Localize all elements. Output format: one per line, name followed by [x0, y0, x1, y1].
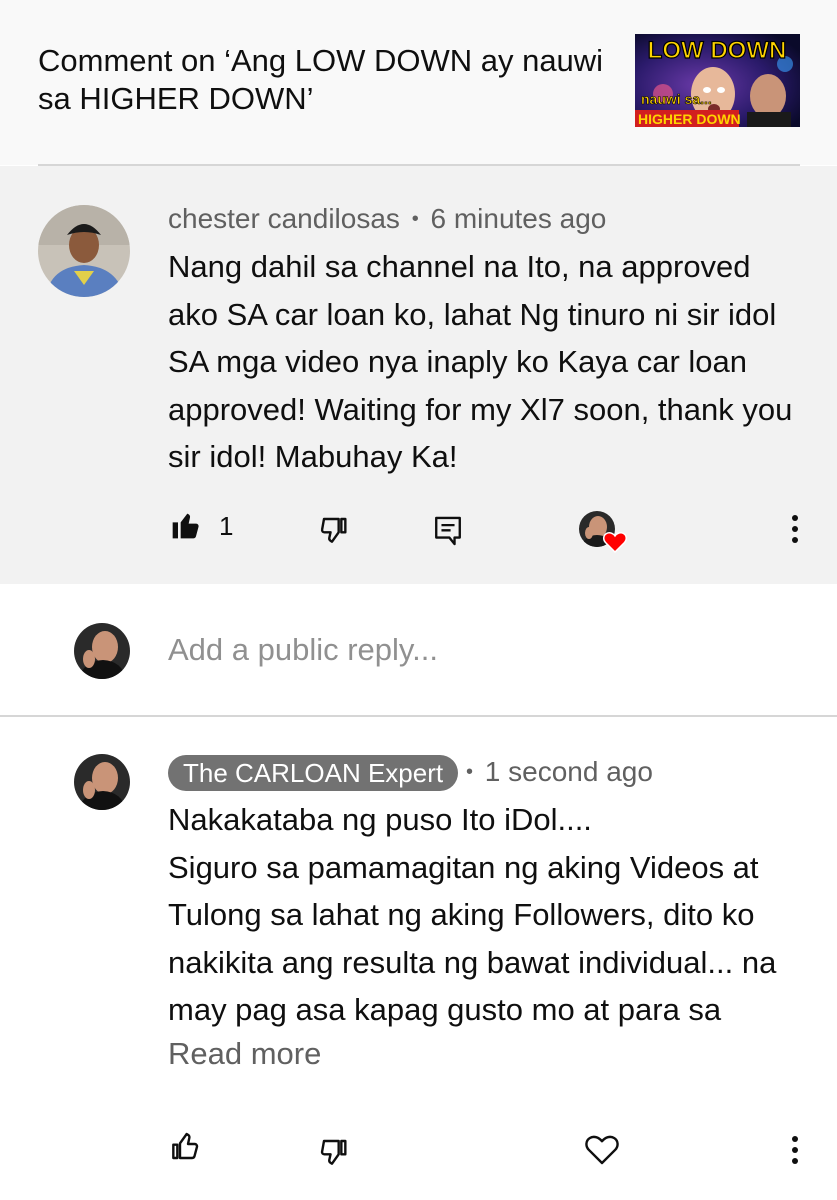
comment-author[interactable]: chester candilosas	[168, 203, 400, 234]
thumbs-up-filled-icon[interactable]	[170, 509, 202, 541]
like-count: 1	[219, 511, 234, 541]
more-vert-icon[interactable]	[783, 1135, 807, 1165]
read-more-link[interactable]: Read more	[168, 1036, 321, 1072]
thumbs-up-icon[interactable]	[170, 1130, 202, 1162]
avatar[interactable]	[38, 205, 130, 297]
heart-icon[interactable]	[584, 1133, 620, 1166]
video-thumbnail[interactable]: LOW DOWN nauwi sa... HIGHER DOWN	[635, 34, 800, 127]
video-title: Comment on ‘Ang LOW DOWN ay nauwi sa HIG…	[38, 43, 604, 116]
reply-time: 1 second ago	[484, 756, 653, 787]
thumbnail-subtitle-line2: HIGHER DOWN	[638, 111, 741, 127]
creator-avatar[interactable]	[74, 754, 130, 810]
more-vert-icon[interactable]	[783, 514, 807, 544]
thumbnail-title-text: LOW DOWN	[648, 37, 787, 64]
meta-separator: •	[466, 761, 474, 783]
thumbnail-subtitle-line1: nauwi sa...	[641, 91, 712, 107]
reply-divider	[0, 715, 837, 717]
meta-separator: •	[411, 208, 419, 230]
comment-time: 6 minutes ago	[430, 203, 607, 234]
creator-heart-icon[interactable]	[579, 511, 627, 555]
reply-input[interactable]: Add a public reply...	[168, 632, 438, 668]
comment-meta: chester candilosas • 6 minutes ago	[168, 203, 606, 235]
comment-text: Nang dahil sa channel na Ito, na approve…	[168, 249, 793, 474]
creator-name-badge[interactable]: The CARLOAN Expert	[168, 755, 459, 791]
heart-badge-icon	[603, 532, 627, 553]
reply-meta: • 1 second ago	[466, 756, 653, 788]
reply-icon[interactable]	[432, 514, 464, 548]
my-avatar	[74, 623, 130, 679]
reply-text: Nakakataba ng puso Ito iDol.... Siguro s…	[168, 802, 777, 1027]
thumbs-down-icon[interactable]	[318, 515, 350, 547]
thumbs-down-icon[interactable]	[318, 1137, 350, 1169]
